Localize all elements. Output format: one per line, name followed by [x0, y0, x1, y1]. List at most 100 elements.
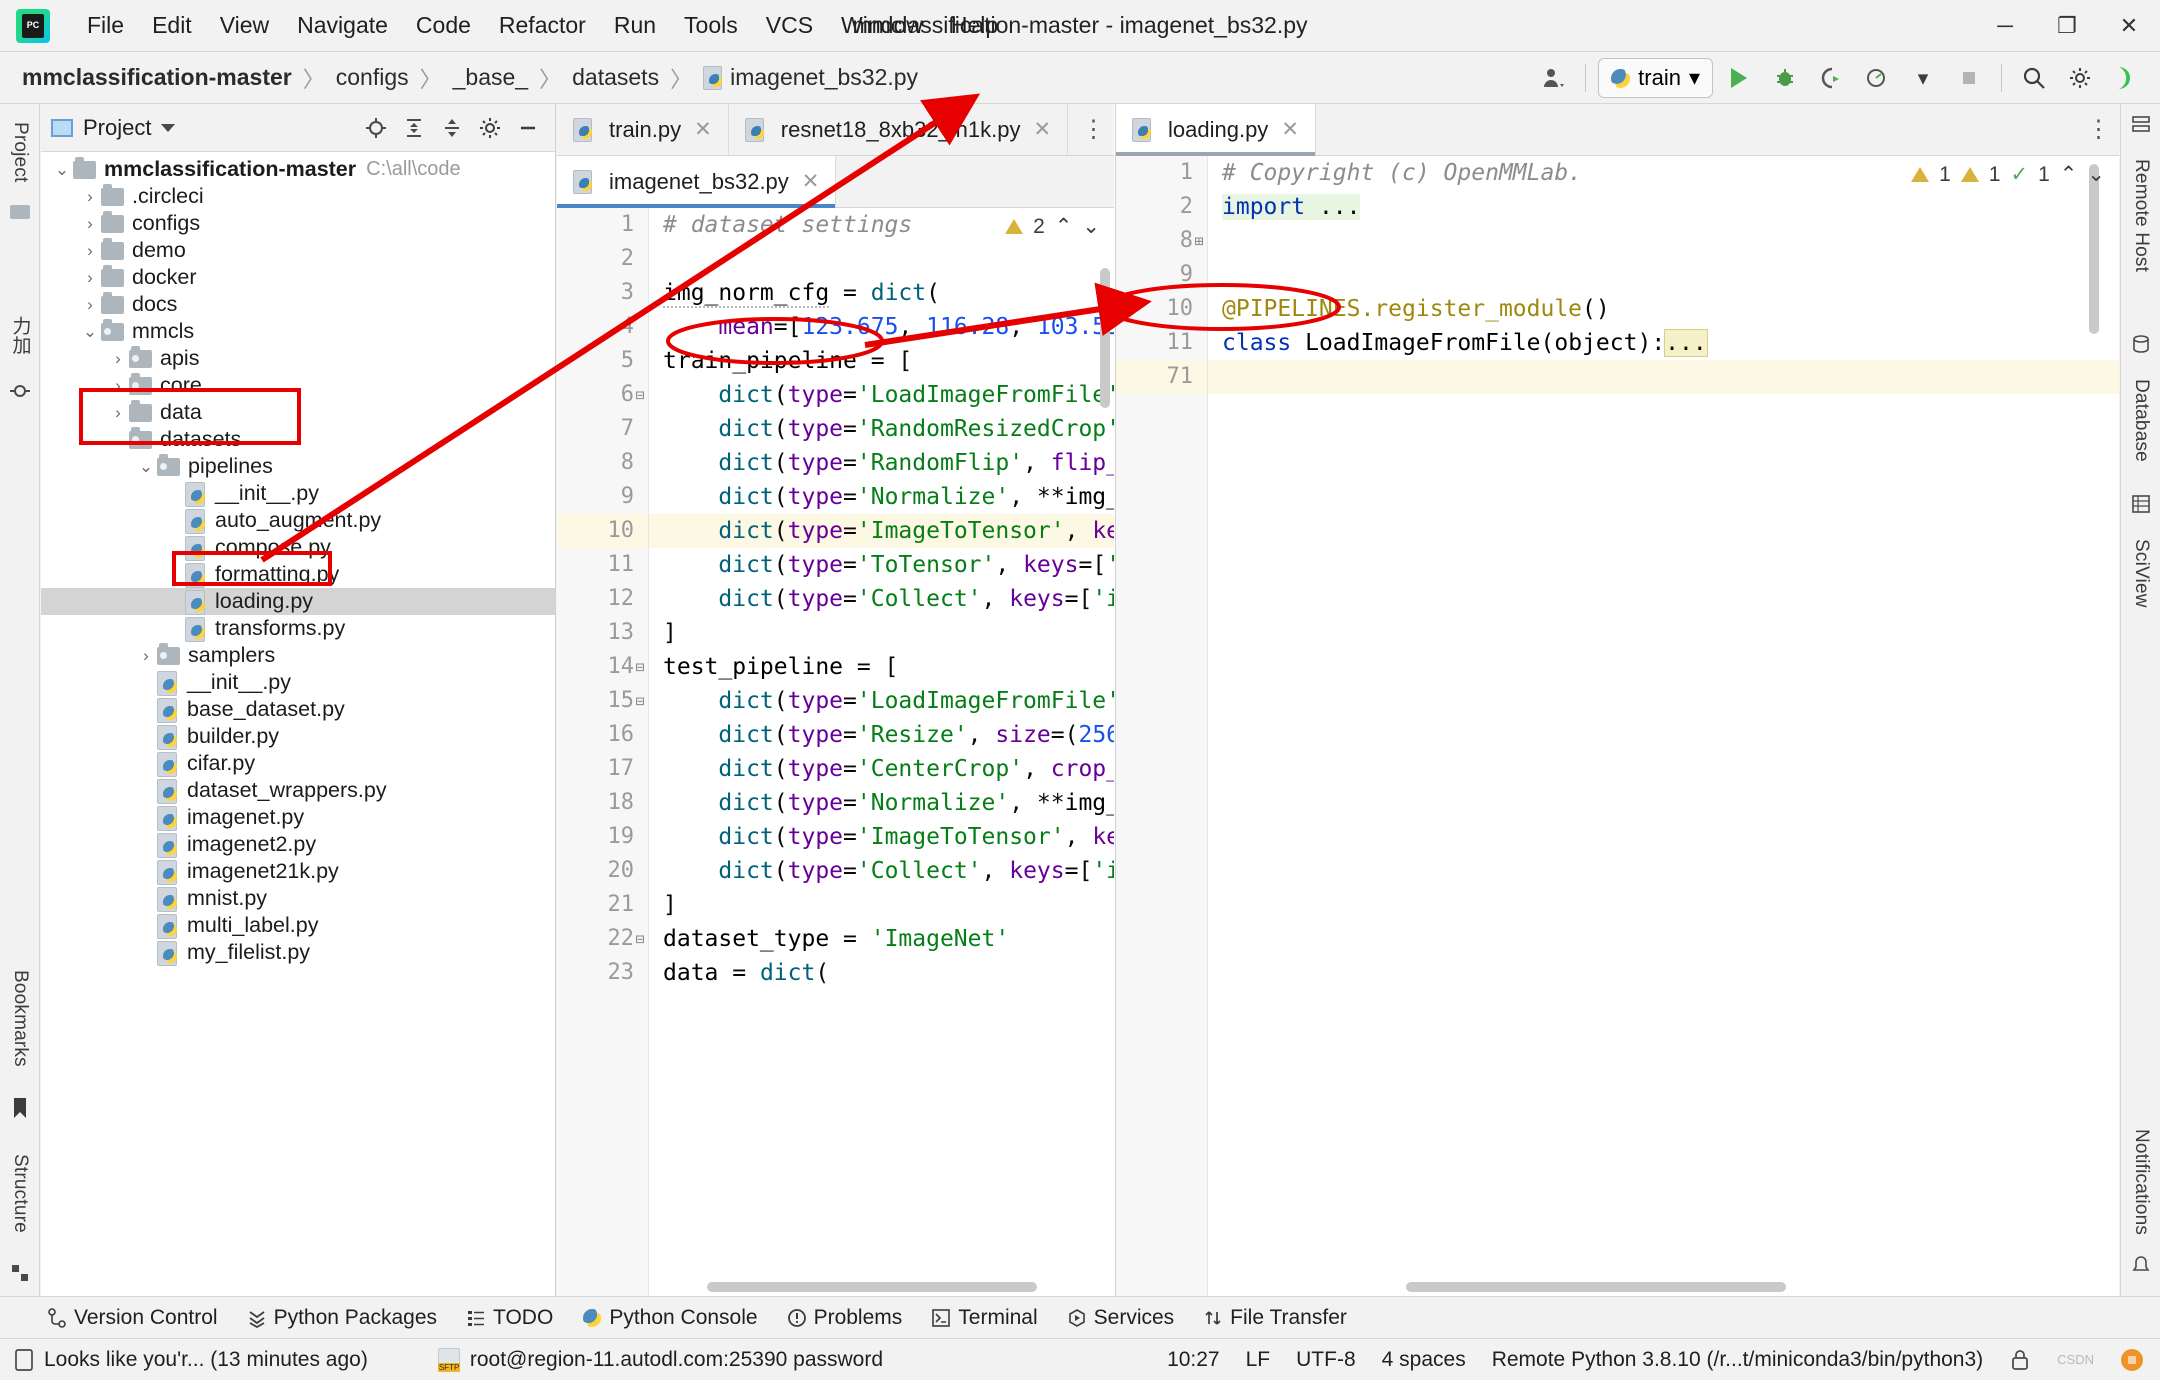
chevron-icon[interactable]: ⌄ — [51, 160, 73, 180]
assistant-icon[interactable] — [2106, 58, 2146, 98]
code-line[interactable]: dict(type='ToTensor', keys=['gt_lab — [649, 548, 1114, 582]
code-line[interactable]: dict(type='Resize', size=(256, -1)), — [649, 718, 1114, 752]
tree-item--init-py[interactable]: __init__.py — [41, 669, 555, 696]
tree-item-multi-label-py[interactable]: multi_label.py — [41, 912, 555, 939]
hide-icon[interactable] — [511, 111, 545, 145]
user-icon[interactable] — [1533, 58, 1573, 98]
code-line[interactable] — [1208, 258, 2119, 292]
chevron-icon[interactable]: › — [79, 241, 101, 261]
code-line[interactable]: dict(type='ImageToTensor', keys=['i — [649, 820, 1114, 854]
code-line[interactable]: class LoadImageFromFile(object):... — [1208, 326, 2119, 360]
editor-vertical-scrollbar[interactable] — [1100, 268, 1110, 408]
next-problem-icon[interactable]: ⌄ — [2087, 162, 2105, 187]
collapse-all-icon[interactable] — [435, 111, 469, 145]
line-separator[interactable]: LF — [1246, 1348, 1271, 1372]
tree-item-imagenet21k-py[interactable]: imagenet21k.py — [41, 858, 555, 885]
code-line[interactable]: dict(type='LoadImageFromFile'), — [649, 378, 1114, 412]
profile-dropdown-icon[interactable]: ▾ — [1903, 58, 1943, 98]
code-line[interactable]: mean=[123.675, 116.28, 103.53], std= — [649, 310, 1114, 344]
tab-options-icon[interactable]: ⋮ — [2079, 104, 2119, 155]
project-tree[interactable]: ⌄mmclassification-masterC:\all\code›.cir… — [41, 152, 555, 1296]
chevron-icon[interactable]: › — [79, 295, 101, 315]
menu-tools[interactable]: Tools — [671, 8, 751, 43]
code-line[interactable]: dict(type='Collect', keys=['img', ' — [649, 582, 1114, 616]
inspection-widget-right[interactable]: 1 1 ✓ 1 ⌃ ⌄ — [1911, 162, 2105, 187]
code-line[interactable]: test_pipeline = [ — [649, 650, 1114, 684]
rail-item-notifications[interactable]: Notifications — [2130, 1117, 2152, 1247]
rail-item-bookmarks[interactable]: Bookmarks — [9, 958, 31, 1079]
tree-item-imagenet-py[interactable]: imagenet.py — [41, 804, 555, 831]
breadcrumb-configs[interactable]: configs — [336, 64, 409, 91]
tree-item-samplers[interactable]: ›samplers — [41, 642, 555, 669]
code-line[interactable]: dict(type='RandomFlip', flip_prob=0 — [649, 446, 1114, 480]
editor-horizontal-scrollbar[interactable] — [707, 1282, 1037, 1292]
chevron-icon[interactable]: › — [135, 646, 157, 666]
breadcrumb-datasets[interactable]: datasets — [572, 64, 659, 91]
chevron-down-icon[interactable] — [161, 124, 175, 132]
chevron-icon[interactable]: › — [79, 268, 101, 288]
chevron-icon[interactable]: › — [107, 349, 129, 369]
lock-icon[interactable] — [2009, 1348, 2031, 1372]
tree-item-mnist-py[interactable]: mnist.py — [41, 885, 555, 912]
tab-loading-py[interactable]: loading.py ✕ — [1116, 104, 1316, 155]
gear-icon[interactable] — [473, 111, 507, 145]
tab-close-icon[interactable]: ✕ — [694, 117, 712, 142]
locate-icon[interactable] — [359, 111, 393, 145]
tab-close-icon[interactable]: ✕ — [802, 169, 820, 194]
tool-button-todo[interactable]: TODO — [467, 1306, 553, 1330]
tool-button-terminal[interactable]: Terminal — [932, 1306, 1037, 1330]
tool-button-version-control[interactable]: Version Control — [48, 1306, 218, 1330]
rail-item-project[interactable]: Project — [9, 110, 31, 195]
tree-item-builder-py[interactable]: builder.py — [41, 723, 555, 750]
breadcrumb-base[interactable]: _base_ — [453, 64, 528, 91]
expand-all-icon[interactable] — [397, 111, 431, 145]
chevron-icon[interactable]: › — [79, 187, 101, 207]
run-icon[interactable] — [1719, 58, 1759, 98]
chevron-icon[interactable]: › — [107, 376, 129, 396]
chevron-icon[interactable]: ⌄ — [135, 457, 157, 477]
status-message-group[interactable]: Looks like you'r... (13 minutes ago) — [0, 1348, 368, 1372]
menu-code[interactable]: Code — [403, 8, 484, 43]
tool-button-problems[interactable]: Problems — [788, 1306, 903, 1330]
menu-run[interactable]: Run — [601, 8, 669, 43]
tool-button-python-packages[interactable]: Python Packages — [248, 1306, 437, 1330]
next-problem-icon[interactable]: ⌄ — [1082, 214, 1100, 239]
prev-problem-icon[interactable]: ⌃ — [2060, 162, 2078, 187]
rail-item-structure-alt[interactable]: 力加 — [7, 304, 34, 366]
chevron-icon[interactable]: › — [79, 214, 101, 234]
tree-item-mmclassification-master[interactable]: ⌄mmclassification-masterC:\all\code — [41, 156, 555, 183]
tree-item-mmcls[interactable]: ⌄mmcls — [41, 318, 555, 345]
tree-item-apis[interactable]: ›apis — [41, 345, 555, 372]
code-line[interactable] — [649, 242, 1114, 276]
close-button[interactable]: ✕ — [2098, 0, 2160, 52]
code-line[interactable]: dataset_type = 'ImageNet' — [649, 922, 1114, 956]
tree-item--circleci[interactable]: ›.circleci — [41, 183, 555, 210]
file-encoding[interactable]: UTF-8 — [1296, 1348, 1356, 1372]
code-line[interactable]: dict(type='Collect', keys=['img']) — [649, 854, 1114, 888]
code-editor-loading[interactable]: 12⊞891011⊟71 # Copyright (c) OpenMMLab.i… — [1116, 156, 2119, 1296]
tree-item-pipelines[interactable]: ⌄pipelines — [41, 453, 555, 480]
menu-window[interactable]: Window — [828, 8, 936, 43]
editor-horizontal-scrollbar[interactable] — [1406, 1282, 1786, 1292]
tree-item-compose-py[interactable]: compose.py — [41, 534, 555, 561]
code-line[interactable]: dict(type='ImageToTensor', keys=['i — [649, 514, 1114, 548]
tree-item-my-filelist-py[interactable]: my_filelist.py — [41, 939, 555, 966]
tab-options-icon[interactable]: ⋮ — [1074, 104, 1114, 155]
code-line[interactable]: @PIPELINES.register_module() — [1208, 292, 2119, 326]
code-line[interactable]: ] — [649, 888, 1114, 922]
tree-item-loading-py[interactable]: loading.py — [41, 588, 555, 615]
maximize-button[interactable]: ❐ — [2036, 0, 2098, 52]
profile-icon[interactable] — [1857, 58, 1897, 98]
code-line[interactable]: dict(type='LoadImageFromFile'), — [649, 684, 1114, 718]
prev-problem-icon[interactable]: ⌃ — [1055, 214, 1073, 239]
code-editor-imagenet-bs32[interactable]: 12345⊟678910111213⊟14⊟15161718192021⊟222… — [557, 208, 1114, 1296]
menu-view[interactable]: View — [207, 8, 282, 43]
tree-item-imagenet2-py[interactable]: imagenet2.py — [41, 831, 555, 858]
menu-refactor[interactable]: Refactor — [486, 8, 599, 43]
gear-icon[interactable] — [2060, 58, 2100, 98]
chevron-icon[interactable]: ⌄ — [79, 322, 101, 342]
tree-item--init-py[interactable]: __init__.py — [41, 480, 555, 507]
tab-imagenet-bs32-py[interactable]: imagenet_bs32.py ✕ — [557, 156, 836, 207]
tree-item-core[interactable]: ›core — [41, 372, 555, 399]
tool-button-file-transfer[interactable]: File Transfer — [1204, 1306, 1347, 1330]
